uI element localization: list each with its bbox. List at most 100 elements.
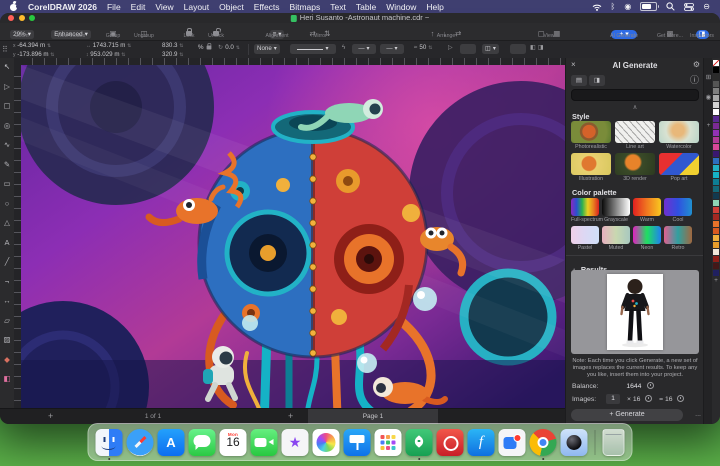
color-swatch[interactable]	[713, 200, 719, 206]
search-icon[interactable]	[666, 2, 675, 11]
menu-item[interactable]: Edit	[131, 2, 146, 12]
color-swatch[interactable]	[713, 256, 719, 262]
color-swatch[interactable]	[713, 130, 719, 136]
add-page-button[interactable]: +	[48, 411, 53, 422]
style-thumb-illustration[interactable]	[571, 153, 611, 175]
toolbox-tool[interactable]: A	[4, 239, 9, 247]
text-to-image-mode-button[interactable]: ▤	[571, 75, 587, 86]
line-style-dropdown[interactable]: ▾	[290, 44, 336, 54]
object-size-fields[interactable]: ↔ 1743.715 m ⇅ ↕ 953.029 m ⇅	[86, 42, 131, 59]
toolbox-tool[interactable]: ○	[5, 200, 10, 208]
prompt-collapse-icon[interactable]: ∧	[566, 103, 704, 111]
dock-sphere-app-icon[interactable]	[561, 429, 588, 456]
palette-thumb-full-spectrum[interactable]	[571, 198, 599, 216]
color-swatch[interactable]	[713, 172, 719, 178]
color-swatch[interactable]	[713, 158, 719, 164]
dock-launchpad-icon[interactable]	[375, 429, 402, 456]
add-color-icon[interactable]: +	[714, 277, 718, 285]
style-thumb-3d-render[interactable]	[615, 153, 655, 175]
no-color-swatch[interactable]	[713, 60, 719, 66]
focus-icon[interactable]: ⊖	[703, 3, 710, 11]
color-swatch[interactable]	[713, 151, 719, 157]
wifi-icon[interactable]	[592, 3, 602, 11]
color-swatch[interactable]	[713, 81, 719, 87]
menu-app-name[interactable]: CorelDRAW 2026	[28, 2, 97, 12]
color-swatch[interactable]	[713, 95, 719, 101]
menu-item[interactable]: Bitmaps	[290, 2, 321, 12]
toolbox-tool[interactable]: ◆	[4, 356, 10, 364]
info-icon[interactable]: ⓘ	[690, 75, 699, 86]
images-count-stepper[interactable]: 1	[606, 394, 620, 404]
palette-thumb-warm[interactable]	[633, 198, 661, 216]
minimize-button[interactable]	[19, 15, 25, 21]
palette-thumb-retro[interactable]	[664, 226, 692, 244]
style-thumb-pop-art[interactable]	[659, 153, 699, 175]
palette-thumb-pastel[interactable]	[571, 226, 599, 244]
palette-thumb-neon[interactable]	[633, 226, 661, 244]
toolbox-tool[interactable]: ↔	[3, 297, 11, 305]
generate-more-button[interactable]: ...	[695, 409, 701, 421]
dock-keynote-icon[interactable]	[344, 429, 371, 456]
menu-item[interactable]: File	[107, 2, 121, 12]
control-center-icon[interactable]	[684, 3, 694, 11]
add-page-button-2[interactable]: +	[288, 411, 293, 422]
menu-item[interactable]: View	[155, 2, 173, 12]
dock-imovie-icon[interactable]	[282, 429, 309, 456]
dock-photo-paint-icon[interactable]	[437, 429, 464, 456]
color-swatch[interactable]	[713, 88, 719, 94]
color-swatch[interactable]	[713, 186, 719, 192]
toolbox-tool[interactable]: ▢	[3, 102, 10, 110]
toolbox-tool[interactable]: ∿	[4, 141, 10, 149]
dock-font-manager-icon[interactable]	[468, 429, 495, 456]
palette-thumb-grayscale[interactable]	[602, 198, 630, 216]
color-swatch[interactable]	[713, 214, 719, 220]
palette-thumb-cool[interactable]	[664, 198, 692, 216]
menu-item[interactable]: Text	[330, 2, 346, 12]
menu-item[interactable]: Layout	[184, 2, 210, 12]
toolbox-tool[interactable]: ▭	[3, 180, 10, 188]
horizontal-ruler[interactable]	[21, 58, 565, 65]
apple-menu-icon[interactable]	[10, 2, 18, 11]
toolbox-tool[interactable]: ╱	[5, 258, 10, 266]
color-swatch[interactable]	[713, 137, 719, 143]
color-swatch[interactable]	[713, 270, 719, 276]
menu-item[interactable]: Window	[386, 2, 416, 12]
zoom-window-button[interactable]	[29, 15, 35, 21]
object-position-fields[interactable]: x -64.394 m ⇅ y -173.896 m ⇅	[13, 42, 54, 59]
generate-button[interactable]: + Generate	[571, 409, 683, 421]
color-swatch[interactable]	[713, 235, 719, 241]
rotation-field[interactable]: ↻0.0⇅	[218, 44, 240, 51]
close-button[interactable]	[8, 15, 14, 21]
menu-item[interactable]: Table	[356, 2, 376, 12]
palette-thumb-muted[interactable]	[602, 226, 630, 244]
toolbox-tool[interactable]: ◧	[3, 375, 10, 383]
panel-settings-icon[interactable]: ⚙	[693, 60, 700, 70]
balance-clock-icon[interactable]	[647, 382, 654, 389]
outline-width-dropdown[interactable]: None▾	[254, 44, 280, 54]
color-swatch[interactable]	[713, 249, 719, 255]
toolbox-tool[interactable]: ▱	[4, 317, 10, 325]
image-to-image-mode-button[interactable]: ◨	[589, 75, 605, 86]
effect-button-2[interactable]	[510, 44, 526, 54]
color-swatch[interactable]	[713, 109, 719, 115]
battery-icon[interactable]	[640, 2, 657, 11]
toolbox-tool[interactable]: ▷	[4, 83, 10, 91]
canvas[interactable]	[21, 65, 565, 410]
color-swatch[interactable]	[713, 102, 719, 108]
toolbox-tool[interactable]: △	[4, 219, 10, 227]
color-swatch[interactable]	[713, 263, 719, 269]
color-swatch[interactable]	[713, 74, 719, 80]
color-swatch[interactable]	[713, 116, 719, 122]
dock-calendar-icon[interactable]: Mon 16	[220, 429, 247, 456]
bluetooth-icon[interactable]: ᛒ	[611, 3, 616, 11]
split-buttons[interactable]: ◧◨	[530, 44, 544, 51]
dock-app-store-icon[interactable]	[158, 429, 185, 456]
multiplier-info-icon[interactable]	[645, 395, 652, 402]
page-tab[interactable]: Page 1	[308, 409, 438, 424]
dock-trash-icon[interactable]	[603, 429, 625, 456]
toolbox-tool[interactable]: ↖	[4, 63, 10, 71]
play-effect-icon[interactable]: ▷	[448, 44, 453, 51]
toolbox-tool[interactable]: ◎	[4, 122, 11, 130]
toolbox-tool[interactable]: ✎	[4, 161, 10, 169]
dock-facetime-icon[interactable]	[251, 429, 278, 456]
